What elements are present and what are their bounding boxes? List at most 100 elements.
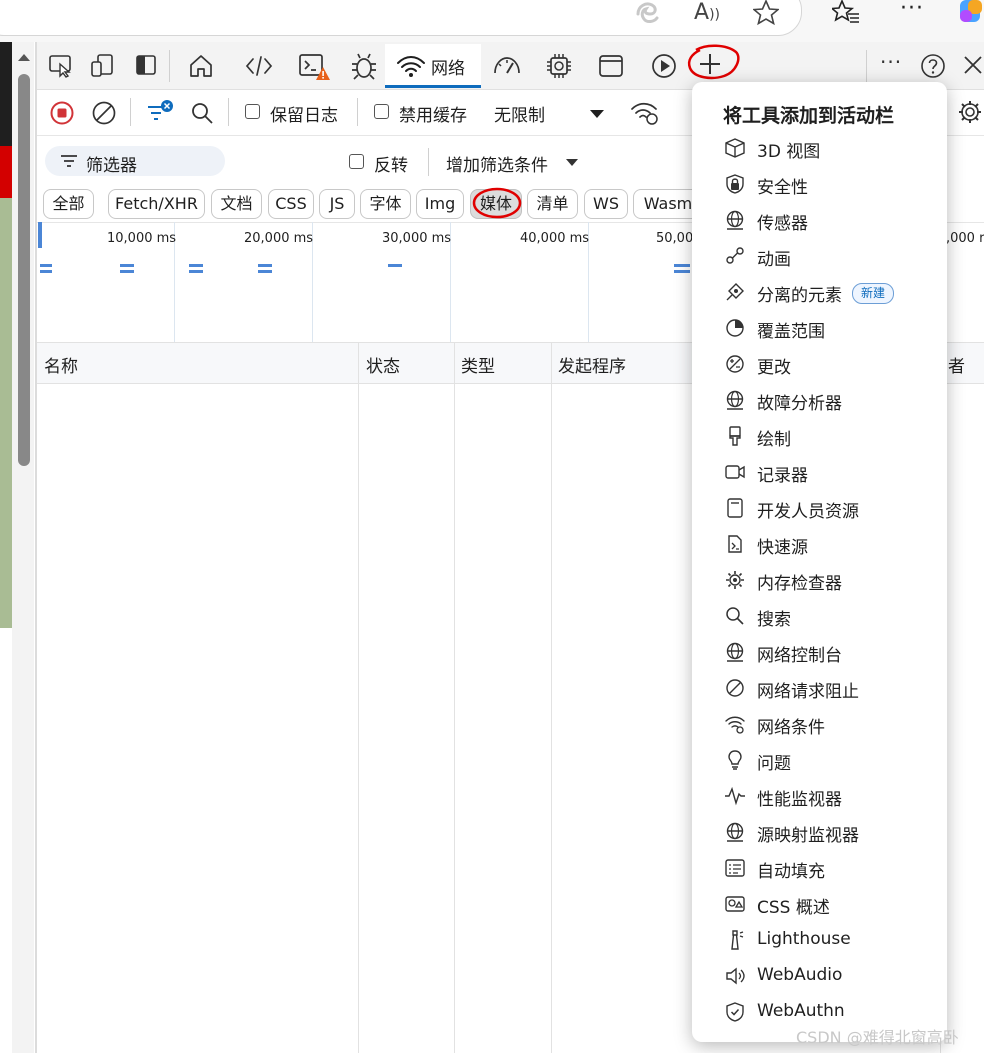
overview-tick-label: 10,000 ms (107, 231, 177, 246)
menu-item-label: 更改 (757, 358, 791, 378)
chip-img[interactable]: Img (416, 189, 464, 219)
menu-item-label: CSS 概述 (757, 898, 830, 918)
css-overview-icon (724, 893, 746, 915)
add-tool-plus-icon[interactable] (686, 42, 742, 84)
column-type[interactable]: 类型 (461, 352, 495, 377)
column-partial[interactable]: 者 (948, 352, 965, 377)
overview-tick-label: 40,000 ms (520, 231, 590, 246)
overview-handle[interactable] (38, 222, 42, 248)
devtools-more-icon[interactable]: ··· (880, 50, 902, 74)
device-emulation-icon[interactable] (90, 53, 116, 79)
more-filters-chevron-icon[interactable] (565, 158, 579, 168)
invert-checkbox[interactable] (349, 154, 364, 169)
console-warning-icon[interactable] (298, 52, 332, 82)
menu-item-label: 开发人员资源 (757, 502, 859, 522)
filter-toggle-icon[interactable] (146, 99, 174, 125)
chip-ws[interactable]: WS (584, 189, 628, 219)
scroll-up-arrow-icon[interactable] (16, 50, 32, 64)
help-icon[interactable] (920, 53, 946, 79)
tabbar-divider (169, 50, 170, 82)
globe-icon (724, 641, 746, 663)
column-status[interactable]: 状态 (366, 352, 400, 377)
menu-item-label: 源映射监视器 (757, 826, 859, 846)
favorite-star-icon[interactable] (753, 0, 779, 26)
chip-doc[interactable]: 文档 (211, 189, 262, 219)
overview-tick-label: 30,000 ms (382, 231, 452, 246)
menu-item-label: 动画 (757, 250, 791, 270)
menu-item-label: 网络条件 (757, 718, 825, 738)
menu-item-label: 网络请求阻止 (757, 682, 859, 702)
more-options-icon[interactable]: ··· (900, 0, 924, 21)
menu-item-label: 快速源 (757, 538, 808, 558)
overview-request-bar (120, 270, 134, 273)
menu-item-label: 绘制 (757, 430, 791, 450)
recorder-play-icon[interactable] (650, 52, 678, 80)
quick-source-icon (724, 533, 746, 555)
copilot-icon[interactable] (958, 0, 984, 26)
menu-item-label: Lighthouse (757, 929, 851, 949)
filter-placeholder: 筛选器 (86, 156, 137, 176)
column-name[interactable]: 名称 (44, 352, 78, 377)
chip-manifest[interactable]: 清单 (527, 189, 578, 219)
close-devtools-icon[interactable] (962, 54, 984, 76)
chip-font[interactable]: 字体 (360, 189, 411, 219)
lock-shield-icon (724, 173, 746, 195)
wifi-network-icon (397, 56, 425, 77)
menu-item-label: 3D 视图 (757, 142, 821, 162)
pulse-icon (724, 785, 746, 807)
menu-item-label: 记录器 (757, 466, 808, 486)
preserve-log-label: 保留日志 (270, 106, 338, 126)
page-scrollbar-thumb[interactable] (18, 74, 30, 466)
search-icon[interactable] (190, 101, 214, 125)
welcome-home-icon[interactable] (187, 52, 215, 80)
column-divider[interactable] (454, 343, 455, 1053)
favorites-icon[interactable] (832, 0, 860, 26)
throttling-select[interactable]: 无限制 (494, 101, 545, 126)
chip-all[interactable]: 全部 (43, 189, 94, 219)
column-divider[interactable] (551, 343, 552, 1053)
clear-icon[interactable] (91, 100, 117, 126)
network-settings-gear-icon[interactable] (957, 99, 983, 125)
column-divider[interactable] (358, 343, 359, 1053)
menu-item-label: 自动填充 (757, 862, 825, 882)
menu-item-label: 故障分析器 (757, 394, 842, 414)
overview-request-bar (40, 270, 52, 273)
preserve-log-checkbox[interactable] (245, 104, 260, 119)
overview-request-bar (258, 270, 272, 273)
lighthouse-icon (724, 929, 746, 951)
document-icon (724, 497, 746, 519)
chip-css[interactable]: CSS (268, 189, 314, 219)
menu-item-label: 传感器 (757, 214, 808, 234)
network-conditions-icon[interactable] (630, 100, 660, 126)
memory-chip-icon[interactable] (545, 52, 573, 80)
inspect-element-icon[interactable] (48, 54, 74, 78)
record-stop-icon[interactable] (49, 100, 75, 126)
globe-icon (724, 389, 746, 411)
address-bar[interactable] (0, 0, 802, 36)
menu-title: 将工具添加到活动栏 (723, 105, 895, 127)
sources-bug-icon[interactable] (349, 51, 379, 81)
chip-fetch-xhr[interactable]: Fetch/XHR (108, 189, 205, 219)
disable-cache-checkbox[interactable] (374, 104, 389, 119)
edge-logo-icon[interactable] (634, 0, 660, 26)
chip-js[interactable]: JS (319, 189, 355, 219)
animation-icon (724, 245, 746, 267)
dock-side-icon[interactable] (134, 53, 158, 77)
menu-item-label: 问题 (757, 754, 791, 774)
performance-gauge-icon[interactable] (492, 54, 522, 78)
menu-item-label: 网络控制台 (757, 646, 842, 666)
form-icon (724, 857, 746, 879)
throttling-dropdown-icon[interactable] (588, 108, 606, 120)
application-window-icon[interactable] (598, 53, 624, 79)
overview-request-bar (674, 270, 690, 273)
overview-request-bar (388, 264, 402, 267)
page-content-edge-red (0, 146, 12, 198)
more-filters-dropdown[interactable]: 增加筛选条件 (446, 151, 548, 176)
filter-funnel-icon (61, 155, 77, 167)
column-initiator[interactable]: 发起程序 (558, 352, 626, 377)
invert-label: 反转 (374, 156, 408, 176)
toolbar-divider-2 (228, 98, 229, 126)
read-aloud-icon[interactable]: A)) (694, 0, 720, 25)
elements-code-icon[interactable] (244, 53, 274, 79)
search-icon (724, 605, 746, 627)
